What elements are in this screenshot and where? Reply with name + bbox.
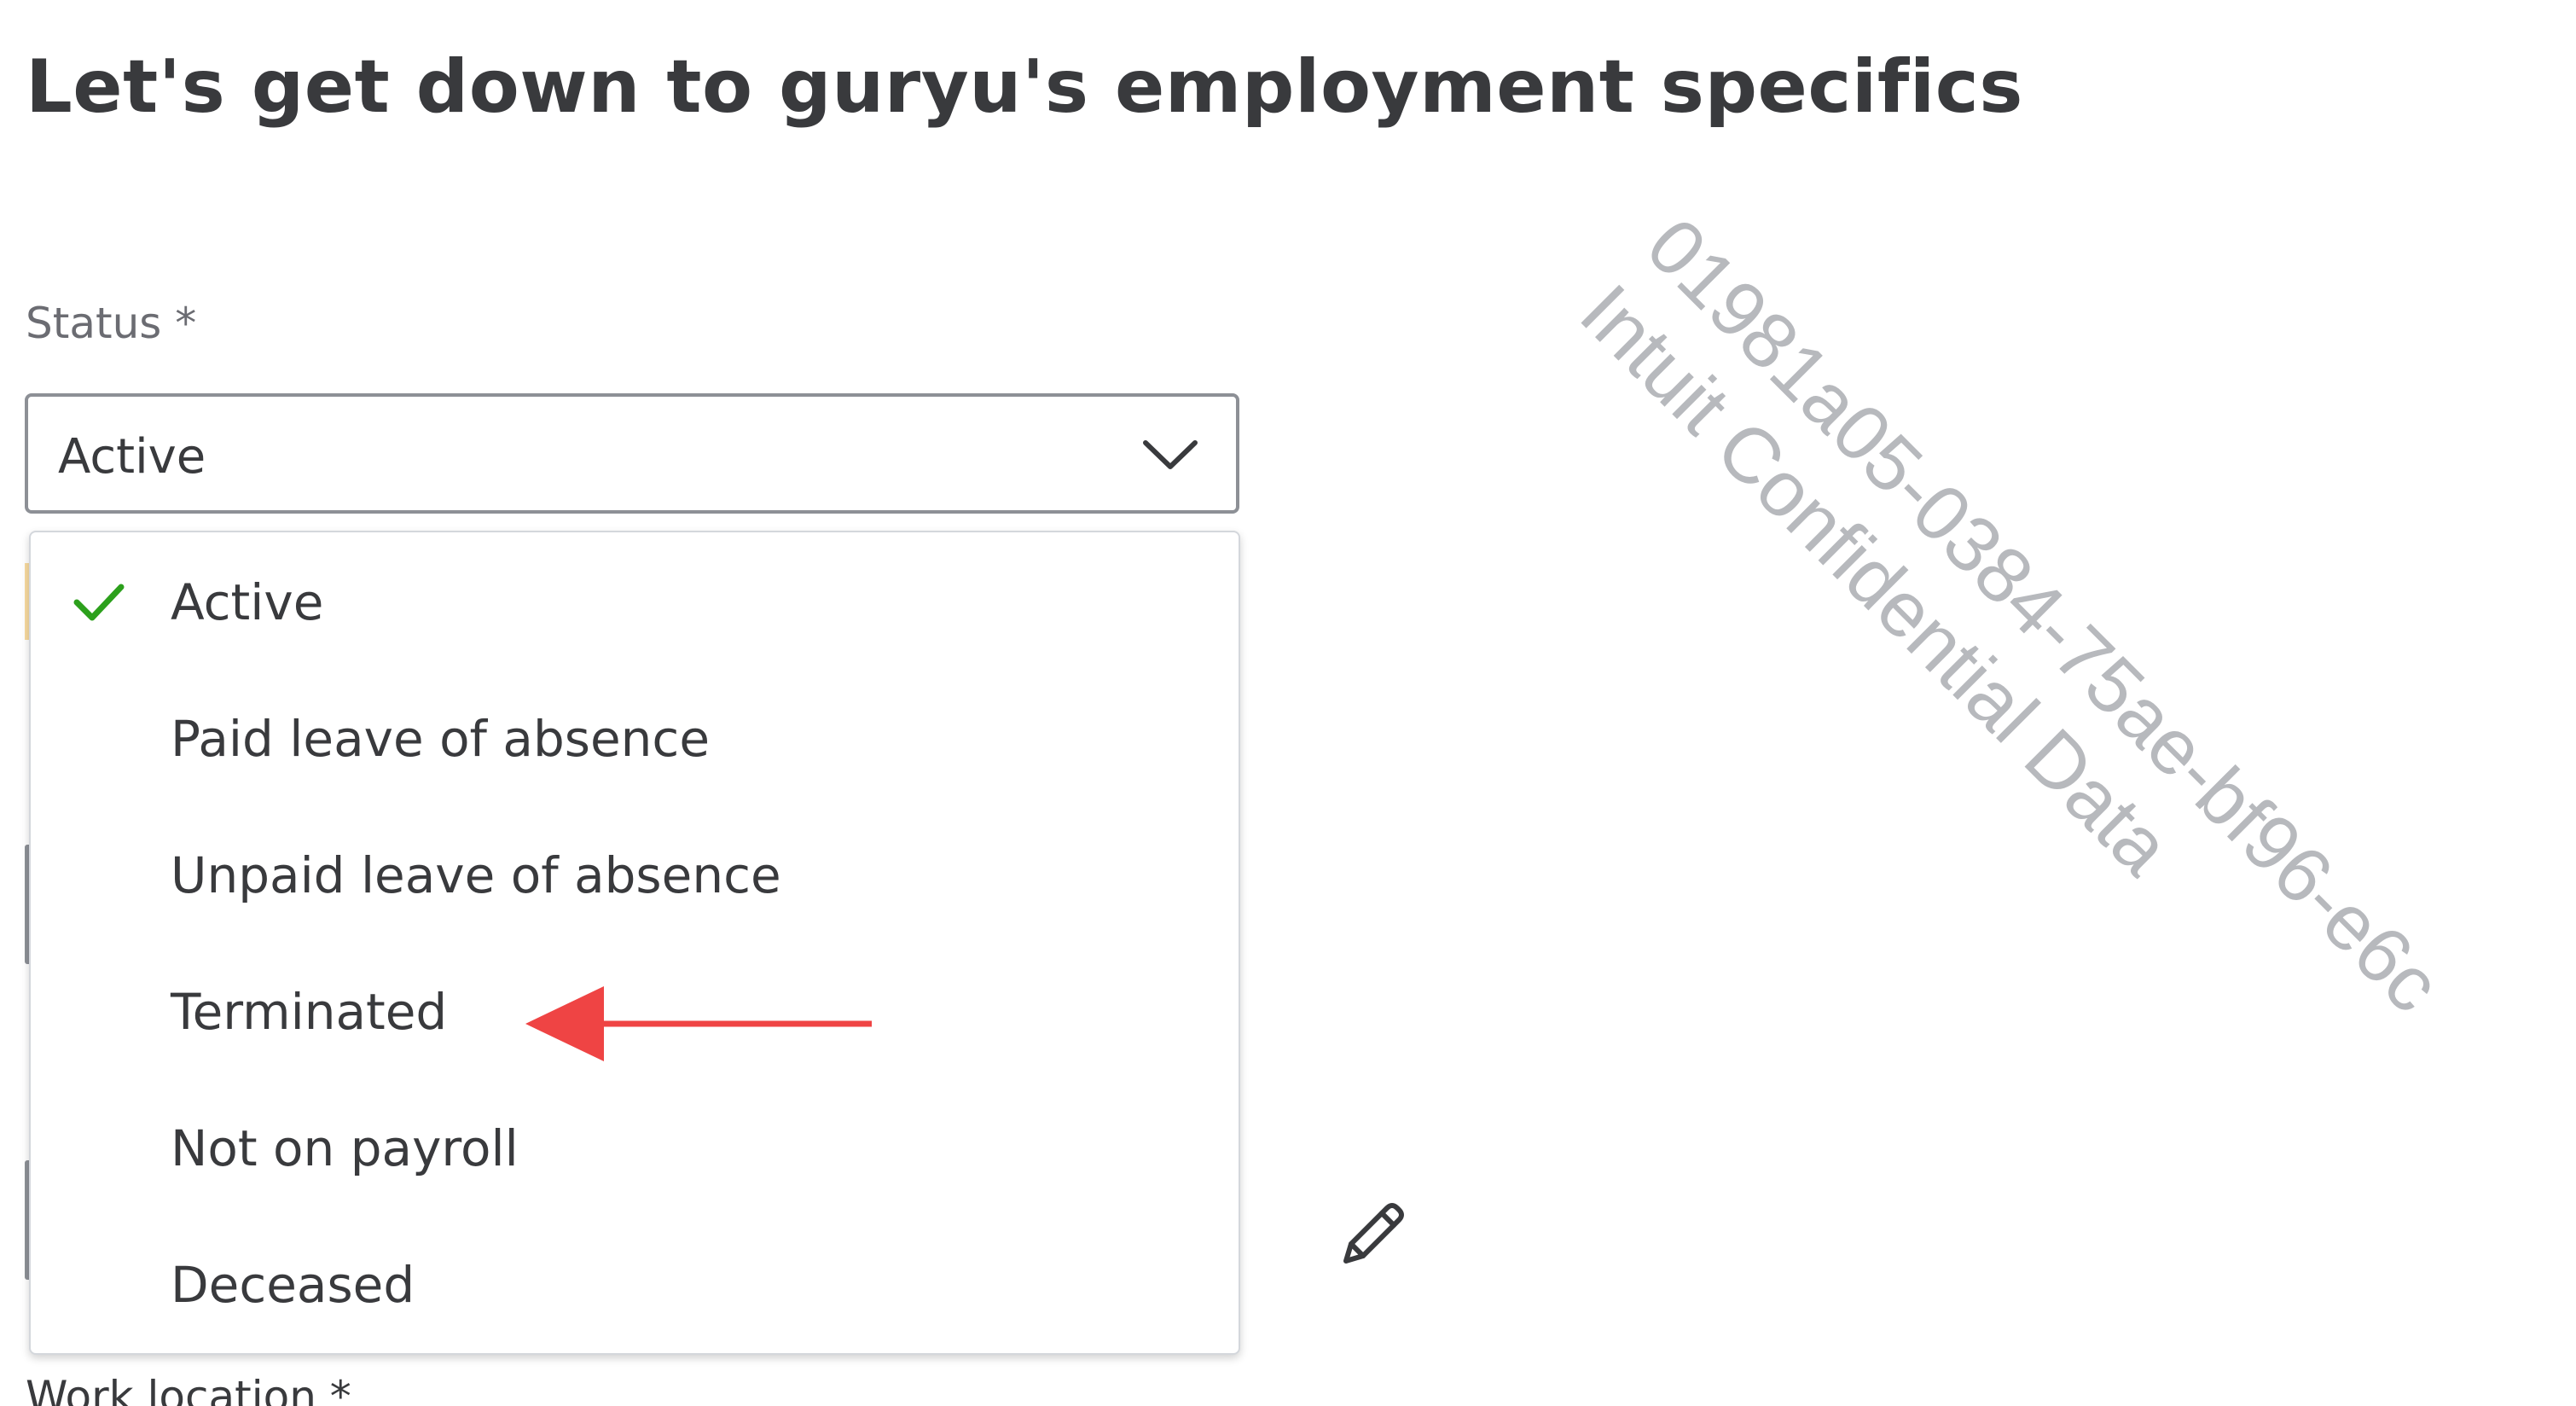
status-option-not-on-payroll[interactable]: Not on payroll [31,1080,1239,1217]
arrow-left-annotation-icon [525,986,872,1061]
status-label: Status * [26,299,197,348]
employment-specifics-page: Let's get down to guryu's employment spe… [0,0,2576,1406]
status-option-unpaid-leave[interactable]: Unpaid leave of absence [31,807,1239,944]
status-option-active[interactable]: Active [31,534,1239,671]
work-location-label: Work location * [26,1372,351,1406]
chevron-down-icon [1143,440,1198,469]
pencil-icon[interactable] [1337,1198,1409,1269]
watermark-id: 01981a05-0384-75ae-bf96-e6c [1630,201,2457,1029]
status-option-label: Terminated [171,983,448,1041]
status-dropdown-menu: Active Paid leave of absence Unpaid leav… [29,531,1240,1355]
status-option-label: Unpaid leave of absence [171,846,781,904]
status-option-label: Paid leave of absence [171,710,710,768]
status-option-label: Active [171,573,324,631]
status-option-paid-leave[interactable]: Paid leave of absence [31,671,1239,807]
page-title: Let's get down to guryu's employment spe… [26,44,2023,130]
status-option-label: Not on payroll [171,1119,519,1177]
check-icon [73,584,125,621]
status-option-label: Deceased [171,1256,415,1314]
watermark-text: Intuit Confidential Data [1564,268,2187,892]
status-select[interactable]: Active [25,393,1239,514]
status-selected-value: Active [58,429,206,485]
status-option-deceased[interactable]: Deceased [31,1217,1239,1353]
